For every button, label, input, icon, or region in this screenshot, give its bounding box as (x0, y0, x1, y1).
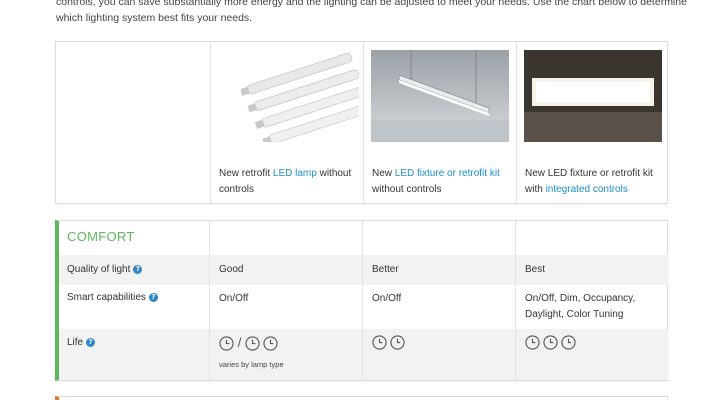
clock-icon (560, 335, 576, 350)
caption-text: New (372, 168, 395, 179)
row-label-text: Smart capabilities (67, 292, 146, 303)
value-cell: Best (525, 264, 546, 275)
clock-icon (390, 335, 405, 350)
clock-icon (525, 335, 540, 350)
product-column-led-fixture: New LED fixture or retrofit kit without … (363, 42, 516, 203)
help-icon[interactable]: ? (133, 265, 143, 274)
value-cell: On/Off (372, 293, 402, 304)
clock-icon (245, 335, 260, 351)
table-row: Smart capabilities? On/Off On/Off On/Off… (59, 285, 668, 329)
value-cell: Good (219, 264, 244, 275)
row-label-quality: Quality of light? (67, 262, 143, 278)
product-caption-integrated-controls: New LED fixture or retrofit kit with int… (525, 166, 665, 198)
product-caption-led-lamp: New retrofit LED lamp without controls (219, 166, 359, 198)
life-rating-integrated (525, 335, 576, 351)
column-divider (515, 221, 516, 380)
life-note: varies by lamp type (219, 360, 284, 369)
product-column-led-lamp: New retrofit LED lamp without controls (210, 42, 363, 203)
next-section-card-edge (55, 396, 668, 400)
slash-separator: / (237, 335, 242, 350)
suspended-linear-fixture-photo (371, 50, 509, 142)
product-header-card: New retrofit LED lamp without controls N… (55, 41, 668, 204)
panel-fixture-photo (524, 50, 662, 142)
row-label-life: Life? (67, 335, 96, 351)
row-label-smart: Smart capabilities? (67, 290, 158, 306)
comfort-header-row: COMFORT (59, 221, 668, 255)
value-cell: On/Off (219, 293, 249, 304)
led-tube-lamps-photo (241, 50, 359, 142)
product-caption-led-fixture: New LED fixture or retrofit kit without … (372, 166, 512, 198)
led-fixture-link[interactable]: LED fixture or retrofit kit (395, 168, 500, 179)
value-cell: On/Off, Dim, Occupancy, Daylight, Color … (525, 293, 636, 320)
table-row: Life? / varies by lamp type (59, 329, 668, 380)
product-column-integrated-controls: New LED fixture or retrofit kit with int… (516, 42, 668, 203)
clock-icon (543, 335, 558, 350)
caption-text: without controls (372, 184, 442, 195)
integrated-controls-link[interactable]: integrated controls (546, 184, 628, 195)
clock-icon (263, 335, 278, 351)
help-icon[interactable]: ? (86, 338, 96, 347)
life-rating-fixture (372, 335, 405, 351)
help-icon[interactable]: ? (148, 293, 158, 302)
comfort-table: COMFORT Quality of light? Good Better Be… (55, 220, 668, 381)
led-lamp-link[interactable]: LED lamp (273, 168, 317, 179)
section-title: COMFORT (67, 229, 135, 244)
column-divider (362, 221, 363, 380)
clock-icon (219, 335, 234, 351)
column-divider (209, 221, 210, 380)
value-cell: Better (372, 264, 399, 275)
table-row: Quality of light? Good Better Best (59, 255, 668, 285)
row-label-text: Quality of light (67, 264, 131, 275)
life-rating-lamp: / (219, 335, 278, 352)
clock-icon (372, 335, 387, 350)
row-label-text: Life (67, 337, 84, 348)
intro-paragraph: controls, you can save substantially mor… (56, 0, 687, 24)
caption-text: New retrofit (219, 168, 273, 179)
